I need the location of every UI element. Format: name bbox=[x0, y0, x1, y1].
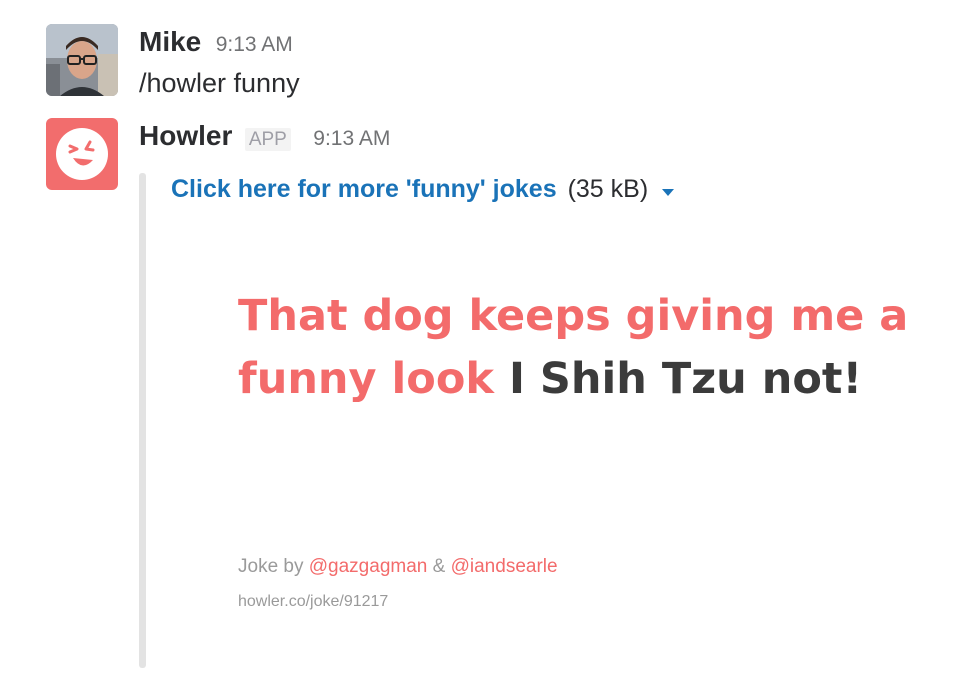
chevron-down-icon[interactable] bbox=[661, 176, 675, 205]
credit-author-link[interactable]: @gazgagman bbox=[309, 556, 428, 577]
app-badge: APP bbox=[244, 128, 291, 151]
laughing-face-icon bbox=[56, 128, 108, 180]
joke-url: howler.co/joke/91217 bbox=[238, 593, 389, 610]
timestamp[interactable]: 9:13 AM bbox=[216, 33, 293, 56]
message-text: /howler funny bbox=[139, 68, 300, 98]
message-header: Howler APP 9:13 AM bbox=[139, 120, 390, 152]
timestamp[interactable]: 9:13 AM bbox=[313, 127, 390, 150]
joke-text: That dog keeps giving me a funny look I … bbox=[238, 285, 918, 411]
attachment-link[interactable]: Click here for more 'funny' jokes bbox=[171, 175, 557, 203]
credit-author-link[interactable]: @iandsearle bbox=[451, 556, 558, 577]
joke-credit: Joke by @gazgagman & @iandsearle bbox=[238, 556, 558, 578]
author-name[interactable]: Howler bbox=[139, 120, 232, 151]
author-name[interactable]: Mike bbox=[139, 26, 201, 57]
joke-punchline: I Shih Tzu not! bbox=[508, 354, 863, 404]
attachment-border bbox=[139, 173, 146, 668]
joke-image[interactable]: That dog keeps giving me a funny look I … bbox=[238, 285, 918, 411]
credit-prefix: Joke by bbox=[238, 556, 304, 577]
credit-and: & bbox=[432, 556, 446, 577]
user-photo bbox=[46, 24, 118, 96]
attachment-title: Click here for more 'funny' jokes (35 kB… bbox=[171, 175, 675, 205]
message-header: Mike 9:13 AM bbox=[139, 26, 293, 58]
avatar-howler[interactable] bbox=[46, 118, 118, 190]
avatar-mike[interactable] bbox=[46, 24, 118, 96]
file-size: (35 kB) bbox=[567, 175, 649, 203]
